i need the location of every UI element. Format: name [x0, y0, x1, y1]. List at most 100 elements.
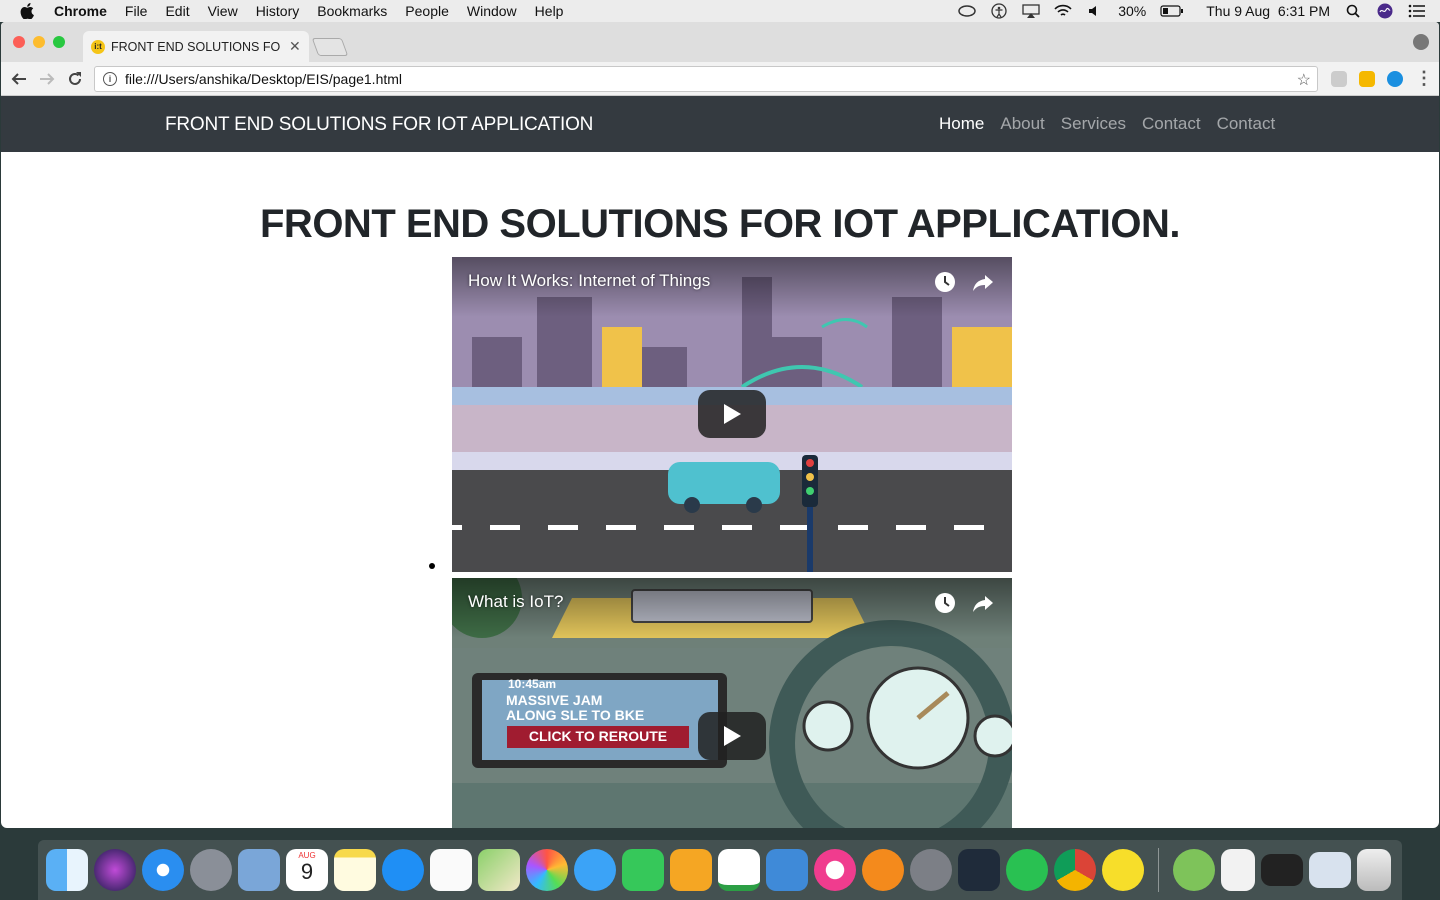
- list-bullet: [429, 563, 435, 569]
- video-title-1[interactable]: How It Works: Internet of Things: [468, 271, 710, 291]
- siri-icon[interactable]: [94, 849, 136, 891]
- nav-links: Home About Services Contact Contact: [939, 114, 1275, 134]
- menu-edit[interactable]: Edit: [165, 3, 189, 19]
- menu-file[interactable]: File: [125, 3, 148, 19]
- extension-bars-icon[interactable]: [1331, 71, 1347, 87]
- apple-icon[interactable]: [20, 3, 38, 19]
- tab-close-icon[interactable]: ✕: [289, 38, 301, 55]
- preview-window-icon[interactable]: [1309, 852, 1351, 888]
- safari-icon[interactable]: [142, 849, 184, 891]
- chrome-icon[interactable]: [1054, 849, 1096, 891]
- photos-icon[interactable]: [526, 849, 568, 891]
- launchpad-icon[interactable]: [190, 849, 232, 891]
- menu-bookmarks[interactable]: Bookmarks: [317, 3, 387, 19]
- ibooks-icon[interactable]: [862, 849, 904, 891]
- extension-q-icon[interactable]: [1387, 71, 1403, 87]
- menu-view[interactable]: View: [208, 3, 238, 19]
- siri-icon[interactable]: [1376, 3, 1394, 19]
- battery-percent: 30%: [1118, 3, 1147, 19]
- keynote-icon[interactable]: [766, 849, 808, 891]
- creative-cloud-icon[interactable]: [958, 4, 976, 18]
- jam-text-line-2: ALONG SLE TO BKE: [506, 707, 645, 723]
- android-studio-icon[interactable]: [1173, 849, 1215, 891]
- close-window-button[interactable]: [13, 36, 25, 48]
- vscode-icon[interactable]: [958, 849, 1000, 891]
- video-title-2[interactable]: What is IoT?: [468, 592, 563, 612]
- jam-time-text: 10:45am: [508, 677, 557, 691]
- maps-icon[interactable]: [478, 849, 520, 891]
- chrome-window: i:t FRONT END SOLUTIONS FOR IOT APPLICAT…: [1, 22, 1439, 828]
- volume-icon[interactable]: [1086, 4, 1104, 18]
- trash-icon[interactable]: [1357, 849, 1391, 891]
- share-icon[interactable]: [972, 271, 994, 298]
- menu-history[interactable]: History: [256, 3, 300, 19]
- wifi-icon[interactable]: [1054, 4, 1072, 18]
- document-icon[interactable]: [1221, 849, 1255, 891]
- ok-icon[interactable]: [1102, 849, 1144, 891]
- accessibility-icon[interactable]: [990, 3, 1008, 19]
- finder-icon[interactable]: [46, 849, 88, 891]
- play-button-1[interactable]: [698, 390, 766, 438]
- jam-text-line-1: MASSIVE JAM: [506, 692, 603, 708]
- pages-icon[interactable]: [670, 849, 712, 891]
- page-headline: FRONT END SOLUTIONS FOR IOT APPLICATION.: [260, 202, 1180, 246]
- nav-home[interactable]: Home: [939, 114, 984, 134]
- minimize-window-button[interactable]: [33, 36, 45, 48]
- play-button-2[interactable]: [698, 712, 766, 760]
- menu-app-name[interactable]: Chrome: [54, 3, 107, 19]
- zoom-window-button[interactable]: [53, 36, 65, 48]
- dock: AUG 9: [38, 840, 1402, 900]
- site-brand[interactable]: FRONT END SOLUTIONS FOR IOT APPLICATION: [165, 114, 593, 136]
- video-actions-1: [934, 271, 994, 298]
- site-navbar: FRONT END SOLUTIONS FOR IOT APPLICATION …: [1, 96, 1439, 152]
- nav-contact[interactable]: Contact: [1142, 114, 1201, 134]
- reroute-button-text: CLICK TO REROUTE: [528, 728, 668, 744]
- battery-icon[interactable]: [1160, 4, 1184, 18]
- dock-separator: [1158, 848, 1159, 892]
- reload-icon[interactable]: [61, 65, 89, 93]
- video-player-2[interactable]: 10:45am MASSIVE JAM ALONG SLE TO BKE CLI…: [452, 578, 1012, 828]
- profile-icon[interactable]: [1413, 34, 1429, 50]
- whatsapp-icon[interactable]: [1006, 849, 1048, 891]
- menu-people[interactable]: People: [405, 3, 449, 19]
- nav-about[interactable]: About: [1000, 114, 1044, 134]
- numbers-icon[interactable]: [718, 849, 760, 891]
- tab-favicon: i:t: [91, 39, 105, 54]
- site-info-icon[interactable]: i: [103, 72, 117, 86]
- airplay-icon[interactable]: [1022, 4, 1040, 18]
- preview-icon[interactable]: [238, 849, 280, 891]
- chrome-menu-icon[interactable]: ⋮: [1415, 68, 1433, 89]
- notification-center-icon[interactable]: [1408, 4, 1426, 18]
- spotlight-search-icon[interactable]: [1344, 4, 1362, 18]
- notes-icon[interactable]: [334, 849, 376, 891]
- app-store-icon[interactable]: [382, 849, 424, 891]
- nav-contact-2[interactable]: Contact: [1217, 114, 1276, 134]
- nav-services[interactable]: Services: [1061, 114, 1126, 134]
- share-icon[interactable]: [972, 592, 994, 619]
- tab-strip: i:t FRONT END SOLUTIONS FOR IOT APPLICAT…: [1, 22, 1439, 62]
- url-text: file:///Users/anshika/Desktop/EIS/page1.…: [125, 71, 403, 87]
- forward-icon[interactable]: [33, 65, 61, 93]
- clock[interactable]: Thu 9 Aug 6:31 PM: [1206, 3, 1330, 19]
- reminders-icon[interactable]: [430, 849, 472, 891]
- address-bar[interactable]: i file:///Users/anshika/Desktop/EIS/page…: [94, 66, 1318, 92]
- facetime-icon[interactable]: [622, 849, 664, 891]
- watch-later-icon[interactable]: [934, 271, 956, 298]
- calendar-icon[interactable]: AUG 9: [286, 849, 328, 891]
- menu-window[interactable]: Window: [467, 3, 517, 19]
- back-icon[interactable]: [5, 65, 33, 93]
- watch-later-icon[interactable]: [934, 592, 956, 619]
- itunes-icon[interactable]: [814, 849, 856, 891]
- video-player-1[interactable]: How It Works: Internet of Things: [452, 257, 1012, 572]
- browser-toolbar: i file:///Users/anshika/Desktop/EIS/page…: [1, 62, 1439, 96]
- messages-icon[interactable]: [574, 849, 616, 891]
- bookmark-star-icon[interactable]: ☆: [1297, 70, 1311, 90]
- new-tab-button[interactable]: [311, 38, 349, 56]
- terminal-icon[interactable]: [1261, 854, 1303, 886]
- calendar-day: 9: [300, 859, 314, 884]
- browser-tab[interactable]: i:t FRONT END SOLUTIONS FOR IOT APPLICAT…: [83, 31, 309, 62]
- menu-help[interactable]: Help: [535, 3, 564, 19]
- menu-bar: Chrome File Edit View History Bookmarks …: [0, 0, 1440, 22]
- extension-shield-icon[interactable]: [1359, 71, 1375, 87]
- system-preferences-icon[interactable]: [910, 849, 952, 891]
